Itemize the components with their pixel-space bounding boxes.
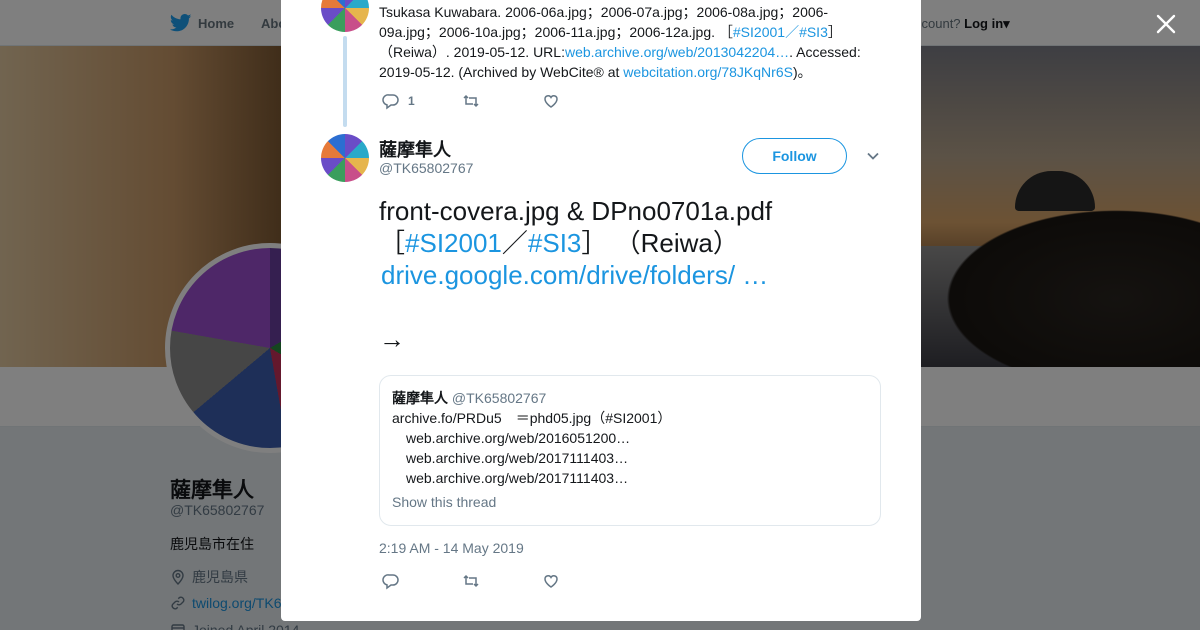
hashtag-link[interactable]: #SI3 bbox=[528, 228, 582, 258]
tweet-modal: Tsukasa Kuwabara. 2006-06a.jpg；2006-07a.… bbox=[281, 0, 921, 621]
quoted-text-line: web.archive.org/web/2016051200… bbox=[406, 430, 631, 446]
hashtag-link[interactable]: #SI2001 bbox=[405, 228, 502, 258]
quoted-tweet-card[interactable]: 薩摩隼人 @TK65802767 archive.fo/PRDu5 ＝phd05… bbox=[379, 375, 881, 526]
tweet-author-avatar[interactable] bbox=[321, 134, 369, 182]
tweet-more-menu-button[interactable] bbox=[865, 148, 881, 164]
thread-connector-line bbox=[343, 36, 347, 127]
hashtag-separator: ／ bbox=[501, 228, 528, 258]
avatar-image bbox=[321, 134, 369, 182]
retweet-icon bbox=[463, 94, 479, 108]
reply-icon bbox=[382, 574, 399, 590]
quoted-author-handle: @TK65802767 bbox=[451, 390, 547, 406]
previous-tweet-avatar[interactable] bbox=[321, 0, 369, 32]
drive-link[interactable]: drive.google.com/drive/folders/ … bbox=[379, 260, 768, 290]
quoted-author-name: 薩摩隼人 bbox=[392, 390, 448, 406]
tweet-text: front-covera.jpg & DPno0701a.pdf ［#SI200… bbox=[379, 195, 879, 355]
quoted-text-line: archive.fo/PRDu5 ＝phd05.jpg（#SI2001） bbox=[392, 410, 672, 426]
like-button[interactable] bbox=[542, 572, 622, 590]
bracket-open: ［ bbox=[379, 228, 406, 258]
show-thread-link[interactable]: Show this thread bbox=[392, 492, 868, 512]
follow-button[interactable]: Follow bbox=[742, 138, 847, 174]
hashtag-link[interactable]: #SI3 bbox=[799, 24, 828, 40]
tweet-author-name[interactable]: 薩摩隼人 bbox=[379, 136, 451, 162]
avatar-image bbox=[321, 0, 369, 32]
arrow-text: → bbox=[379, 324, 405, 354]
quoted-text-line: web.archive.org/web/2017111403… bbox=[406, 450, 629, 466]
reply-icon bbox=[382, 94, 399, 110]
chevron-down-icon bbox=[867, 152, 879, 160]
url-link[interactable]: webcitation.org/78JKqNr6S bbox=[623, 64, 793, 80]
reply-count: 1 bbox=[408, 94, 415, 108]
heart-icon bbox=[544, 575, 558, 588]
previous-tweet-text-part: )。 bbox=[792, 64, 812, 80]
quoted-text-line: web.archive.org/web/2017111403… bbox=[406, 470, 629, 486]
tweet-actions bbox=[382, 572, 622, 590]
retweet-button[interactable] bbox=[462, 92, 542, 110]
tweet-timestamp[interactable]: 2:19 AM - 14 May 2019 bbox=[379, 540, 524, 556]
tweet-author-handle[interactable]: @TK65802767 bbox=[379, 160, 473, 176]
reply-button[interactable] bbox=[382, 572, 462, 590]
close-modal-button[interactable] bbox=[1154, 12, 1178, 36]
retweet-button[interactable] bbox=[462, 572, 542, 590]
previous-tweet-actions: 1 bbox=[382, 92, 622, 110]
hashtag-separator: ／ bbox=[785, 24, 800, 40]
hashtag-link[interactable]: #SI2001 bbox=[733, 24, 785, 40]
reply-button[interactable]: 1 bbox=[382, 92, 462, 110]
retweet-icon bbox=[463, 574, 479, 588]
heart-icon bbox=[544, 95, 558, 108]
bracket-close-reiwa: ］ （Reiwa） bbox=[581, 228, 739, 258]
tweet-text-line: front-covera.jpg & DPno0701a.pdf bbox=[379, 196, 773, 226]
tweet-hashtag-line: ［#SI2001／#SI3］ （Reiwa） bbox=[379, 227, 879, 259]
url-link[interactable]: web.archive.org/web/2013042204… bbox=[565, 44, 789, 60]
like-button[interactable] bbox=[542, 92, 622, 110]
close-icon bbox=[1156, 14, 1176, 34]
previous-tweet-text: Tsukasa Kuwabara. 2006-06a.jpg；2006-07a.… bbox=[379, 2, 877, 82]
